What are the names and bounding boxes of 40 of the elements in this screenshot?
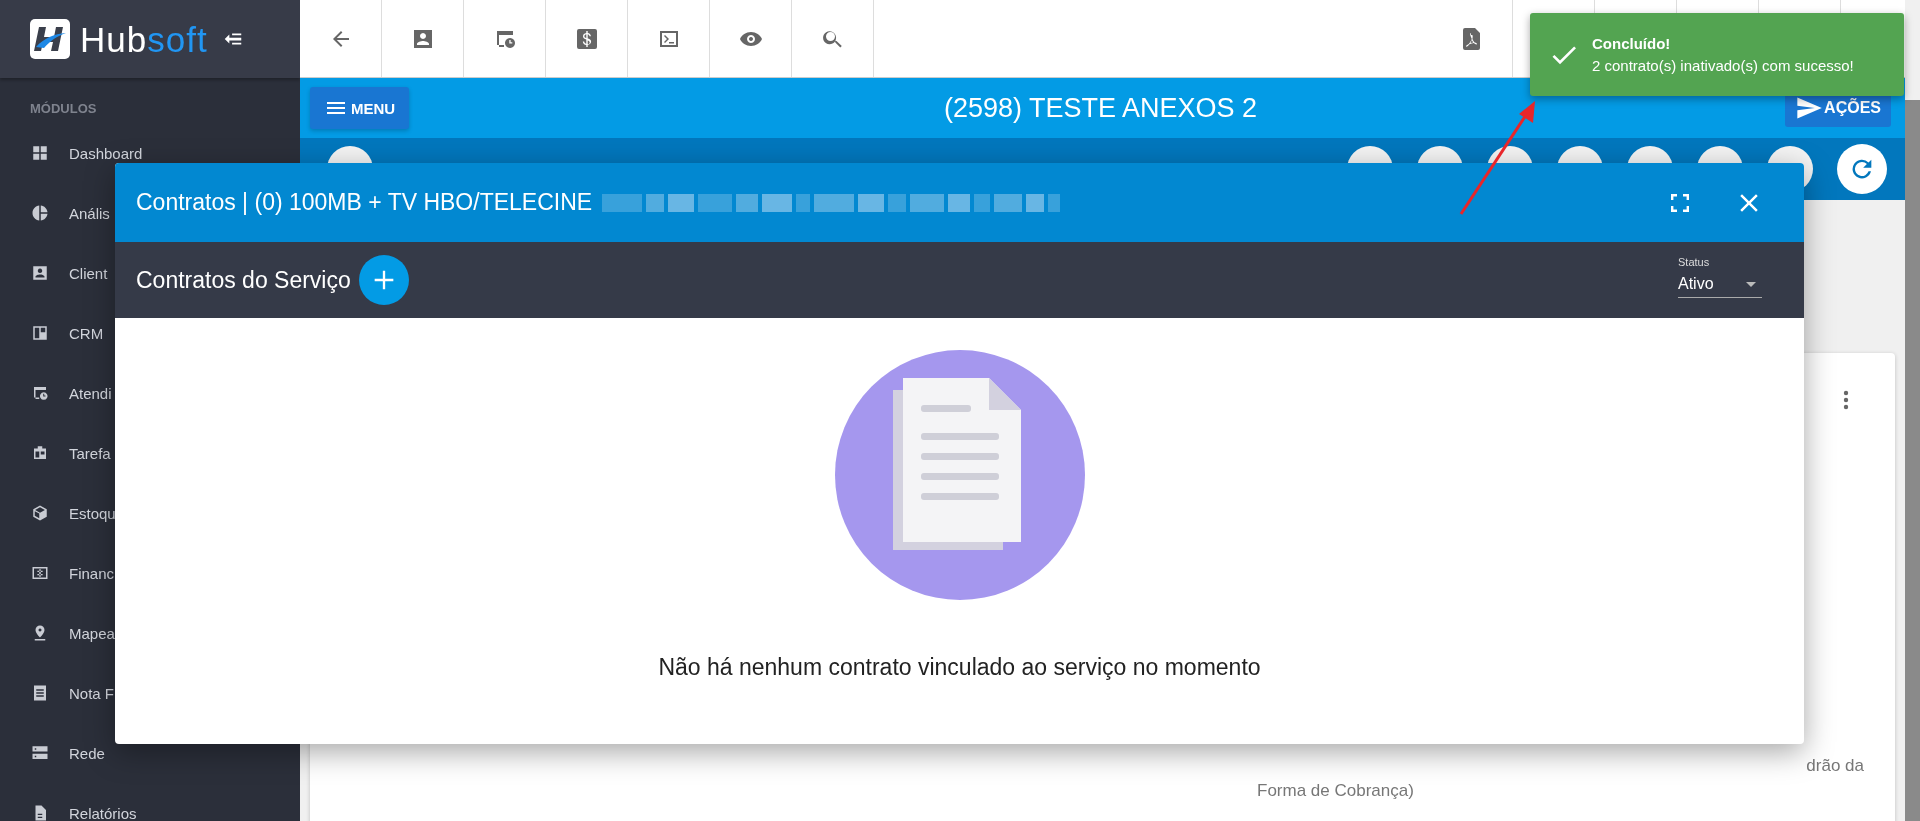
refresh-button[interactable] [1837,144,1887,194]
caret-icon [1746,281,1756,287]
menu-button[interactable]: MENU [310,87,410,129]
sidebar-item[interactable]: Tarefa [69,444,111,462]
dollar-icon[interactable] [574,26,599,51]
contact-card-icon [31,264,49,282]
sidebar-item[interactable]: CRM [69,324,104,342]
card-text: drão da [1806,756,1864,775]
cube-icon [31,504,49,522]
page-title: (2598) TESTE ANEXOS 2 [942,92,1259,124]
card-text: Forma de Cobrança) [1257,781,1414,800]
sidebar-item[interactable]: Mapea [69,624,115,642]
modal-title: Contratos | (0) 100MB + TV HBO/TELECINE [136,189,593,216]
section-title: Contratos do Serviço [136,266,351,294]
sidebar-item[interactable]: Rede [69,744,105,762]
calendar-icon [31,444,49,462]
toast-message: 2 contrato(s) inativado(s) com sucesso! [1592,55,1854,76]
sidebar-item[interactable]: Atendi [69,384,112,402]
sidebar-item[interactable]: Nota F [69,684,114,702]
board-icon [31,324,49,342]
sidebar-item[interactable]: Anális [69,204,110,222]
grid-icon [31,144,49,162]
section-title: MÓDULOS [29,100,98,118]
empty-state-message: Não há nenhum contrato vinculado ao serviço no momento [658,654,1261,681]
receipt-icon [31,684,49,702]
money-bill-icon [31,564,49,582]
sidebar-item[interactable]: Dashboard [69,144,143,162]
add-button[interactable] [358,255,409,305]
toast-title: Concluído! [1592,33,1672,54]
sidebar-item[interactable]: Relatórios [69,804,137,821]
sidebar-item[interactable]: Client [69,264,108,282]
server-icon [31,744,49,762]
calendar-clock-icon [31,384,49,402]
status-select[interactable]: Status Ativo [1678,256,1762,298]
sidebar-item[interactable]: Estoqu [69,504,116,522]
logo-text: Hubsoft [80,21,208,57]
more-options-icon[interactable] [1843,388,1849,412]
pie-chart-icon [31,204,49,222]
logo-icon [30,19,70,59]
sidebar-item[interactable]: Financ [69,564,115,582]
